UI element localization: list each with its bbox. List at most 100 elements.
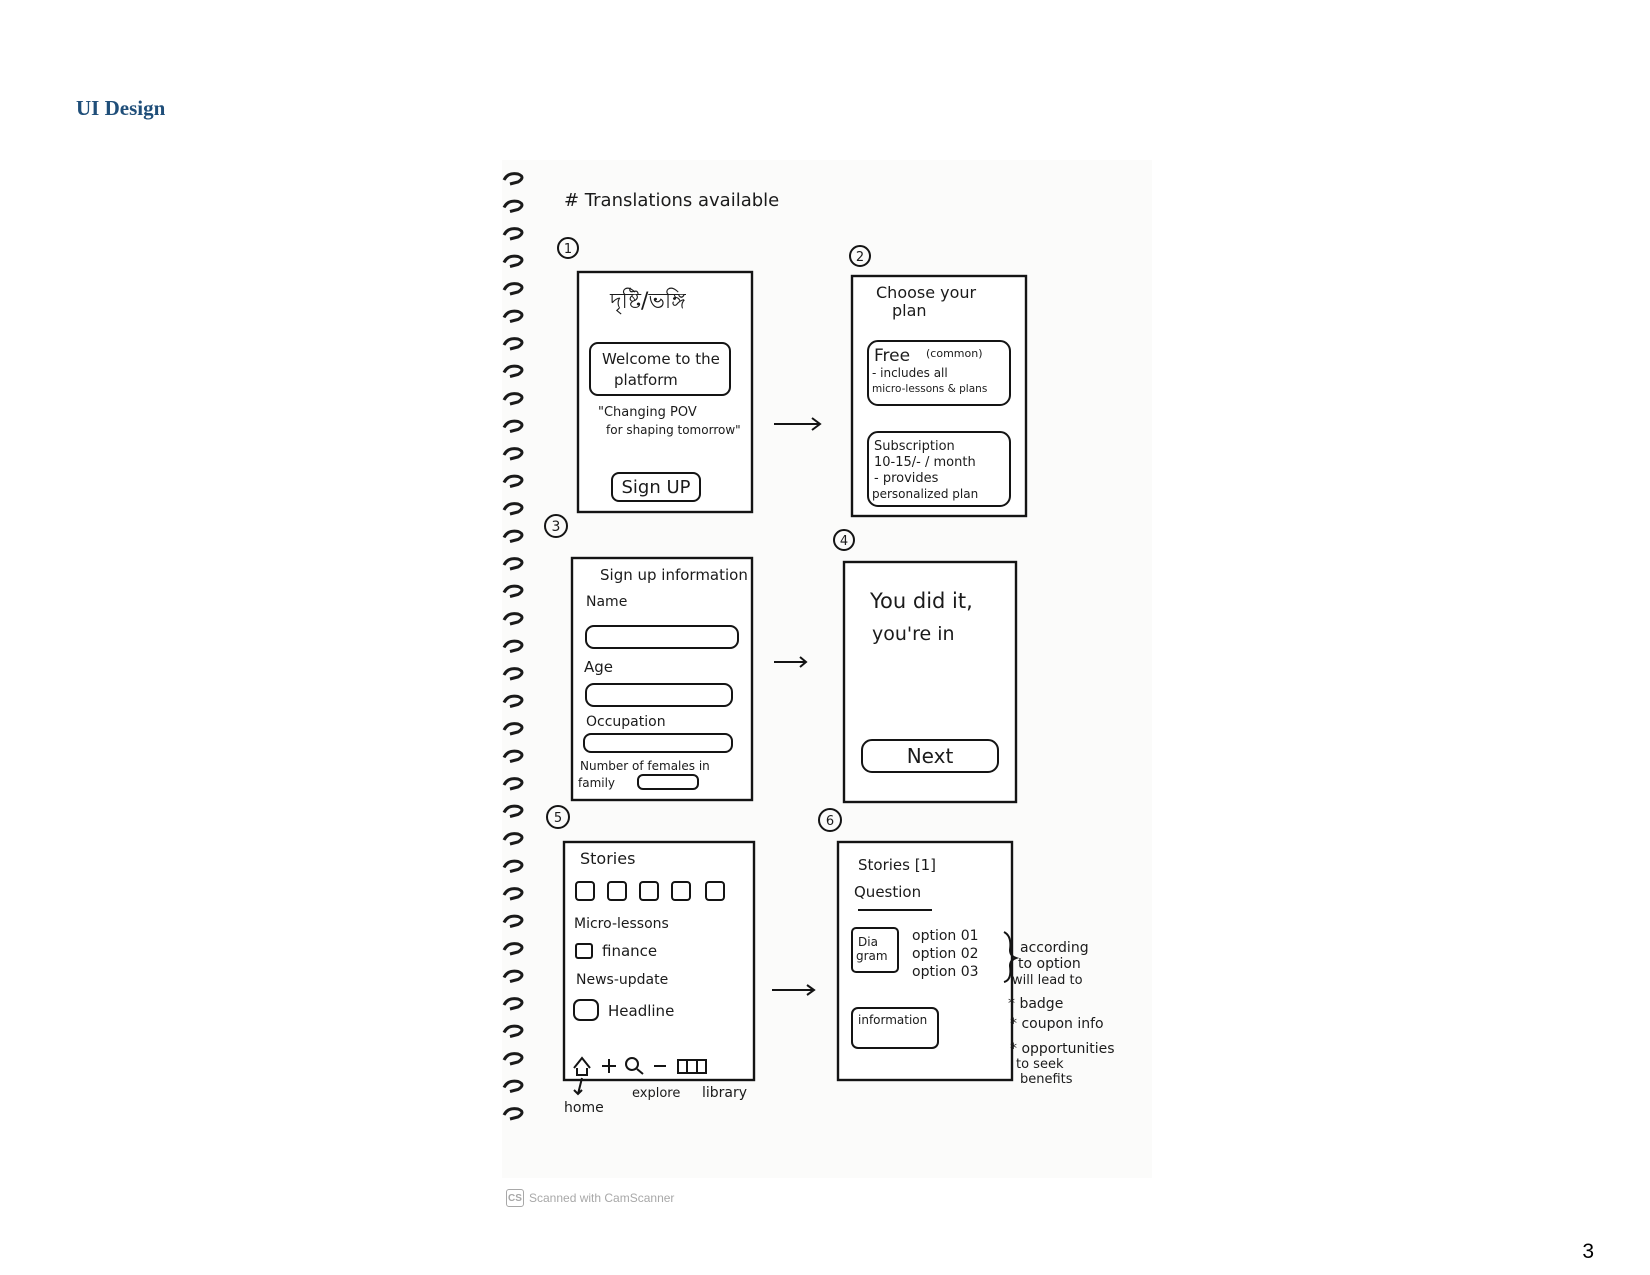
finance-label: finance [602,942,657,960]
spiral-loop [502,639,524,653]
plan-title-line-1: Choose your [876,283,977,302]
spiral-loop [502,804,524,818]
screen-3-signup-info: 3 Sign up information Name Age Occupatio… [544,514,754,802]
spiral-loop [502,942,524,956]
screen-5-home: 5 Stories Micro-lessons finance News-upd… [546,805,756,1116]
step-number-3: 3 [552,519,561,535]
plan-title-line-2: plan [892,301,927,320]
side-annotations: according to option will lead to * badge… [1008,940,1115,1087]
spiral-loop [502,997,524,1011]
subscription-line-3: - provides [874,471,939,486]
spiral-loop [502,969,524,983]
spiral-loop [502,419,524,433]
spiral-loop [502,254,524,268]
headline-label: Headline [608,1002,674,1020]
subscription-line-4: personalized plan [872,487,978,501]
spiral-loop [502,282,524,296]
spiral-loop [502,584,524,598]
age-label: Age [584,658,613,676]
spiral-loop [502,859,524,873]
option-2: option 02 [912,946,979,962]
micro-lessons-label: Micro-lessons [574,916,669,932]
free-plan-title: Free [874,346,910,366]
screen-frame-5 [562,840,756,1082]
explore-annotation: explore [632,1086,680,1101]
option-1: option 01 [912,928,979,944]
success-line-2: you're in [872,623,955,645]
signup-info-title: Sign up information [600,566,748,584]
screen-1-welcome: 1 দৃষ্টি/ভঙ্গি Welcome to the platform "… [557,237,754,514]
females-label-line-1: Number of females in [580,759,710,773]
spiral-loop [502,474,524,488]
news-update-label: News-update [576,972,668,988]
side-line-3: will lead to [1012,973,1083,988]
spiral-loop [502,172,524,186]
side-line-4: * badge [1008,996,1063,1012]
spiral-loop [502,1079,524,1093]
side-line-1: according [1020,940,1089,956]
spiral-loop [502,722,524,736]
diagram-line-1: Dia [858,935,878,949]
sign-up-label: Sign UP [621,477,690,498]
stories-1-title: Stories [1] [858,856,936,874]
step-number-2: 2 [856,250,864,265]
free-plan-line-1: - includes all [872,366,948,380]
spiral-loop [502,199,524,213]
spiral-loop [502,337,524,351]
screen-6-story-question: 6 Stories [1] Question Dia gram option 0… [818,808,1020,1082]
spiral-loop [502,612,524,626]
spiral-loop [502,914,524,928]
side-line-2: to option [1018,956,1081,972]
subscription-line-1: Subscription [874,439,955,454]
free-plan-tag: (common) [926,347,983,360]
spiral-loop [502,694,524,708]
spiral-loop [502,364,524,378]
scanned-sketch: # Translations available 1 দৃষ্টি/ভঙ্গি … [502,160,1152,1207]
name-label: Name [586,594,627,610]
translations-note: # Translations available [564,190,779,211]
spiral-loop [502,502,524,516]
screen-2-plan: 2 Choose your plan Free (common) - inclu… [849,245,1028,518]
step-number-4: 4 [840,534,848,549]
spiral-loop [502,1107,524,1121]
camscanner-text: Scanned with CamScanner [529,1191,675,1205]
arrow-3-to-4 [774,656,808,668]
spiral-loop [502,309,524,323]
welcome-line-2: platform [614,371,678,389]
spiral-loop [502,887,524,901]
side-line-6: * opportunities [1010,1041,1115,1057]
spiral-loop [502,557,524,571]
spiral-loop [502,749,524,763]
spiral-loop [502,392,524,406]
free-plan-line-2: micro-lessons & plans [872,383,987,395]
spiral-loop [502,777,524,791]
subscription-line-2: 10-15/- / month [874,455,976,470]
option-3: option 03 [912,964,979,980]
spiral-loop [502,227,524,241]
side-line-5: * coupon info [1010,1016,1104,1032]
screen-4-success: 4 You did it, you're in Next [833,529,1018,804]
tagline-line-2: for shaping tomorrow" [606,423,741,437]
stories-label: Stories [580,849,635,868]
spiral-binding [502,172,524,1121]
spiral-loop [502,1052,524,1066]
tagline-line-1: "Changing POV [598,405,697,420]
spiral-loop [502,447,524,461]
camscanner-logo-icon: CS [506,1189,524,1207]
page-number: 3 [1582,1240,1594,1263]
question-label: Question [854,883,921,901]
next-label: Next [907,744,954,768]
arrow-5-to-6 [772,984,816,996]
spiral-loop [502,1024,524,1038]
diagram-line-2: gram [856,949,888,963]
step-number-5: 5 [554,811,562,826]
library-annotation: library [702,1085,747,1101]
arrow-1-to-2 [774,417,822,431]
step-number-6: 6 [826,814,834,829]
app-logo-text: দৃষ্টি/ভঙ্গি [609,288,686,314]
sketch-drawing: # Translations available 1 দৃষ্টি/ভঙ্গি … [502,172,1115,1121]
success-line-1: You did it, [869,589,973,613]
information-label: information [858,1013,927,1027]
spiral-loop [502,832,524,846]
side-line-7: to seek [1016,1057,1064,1072]
